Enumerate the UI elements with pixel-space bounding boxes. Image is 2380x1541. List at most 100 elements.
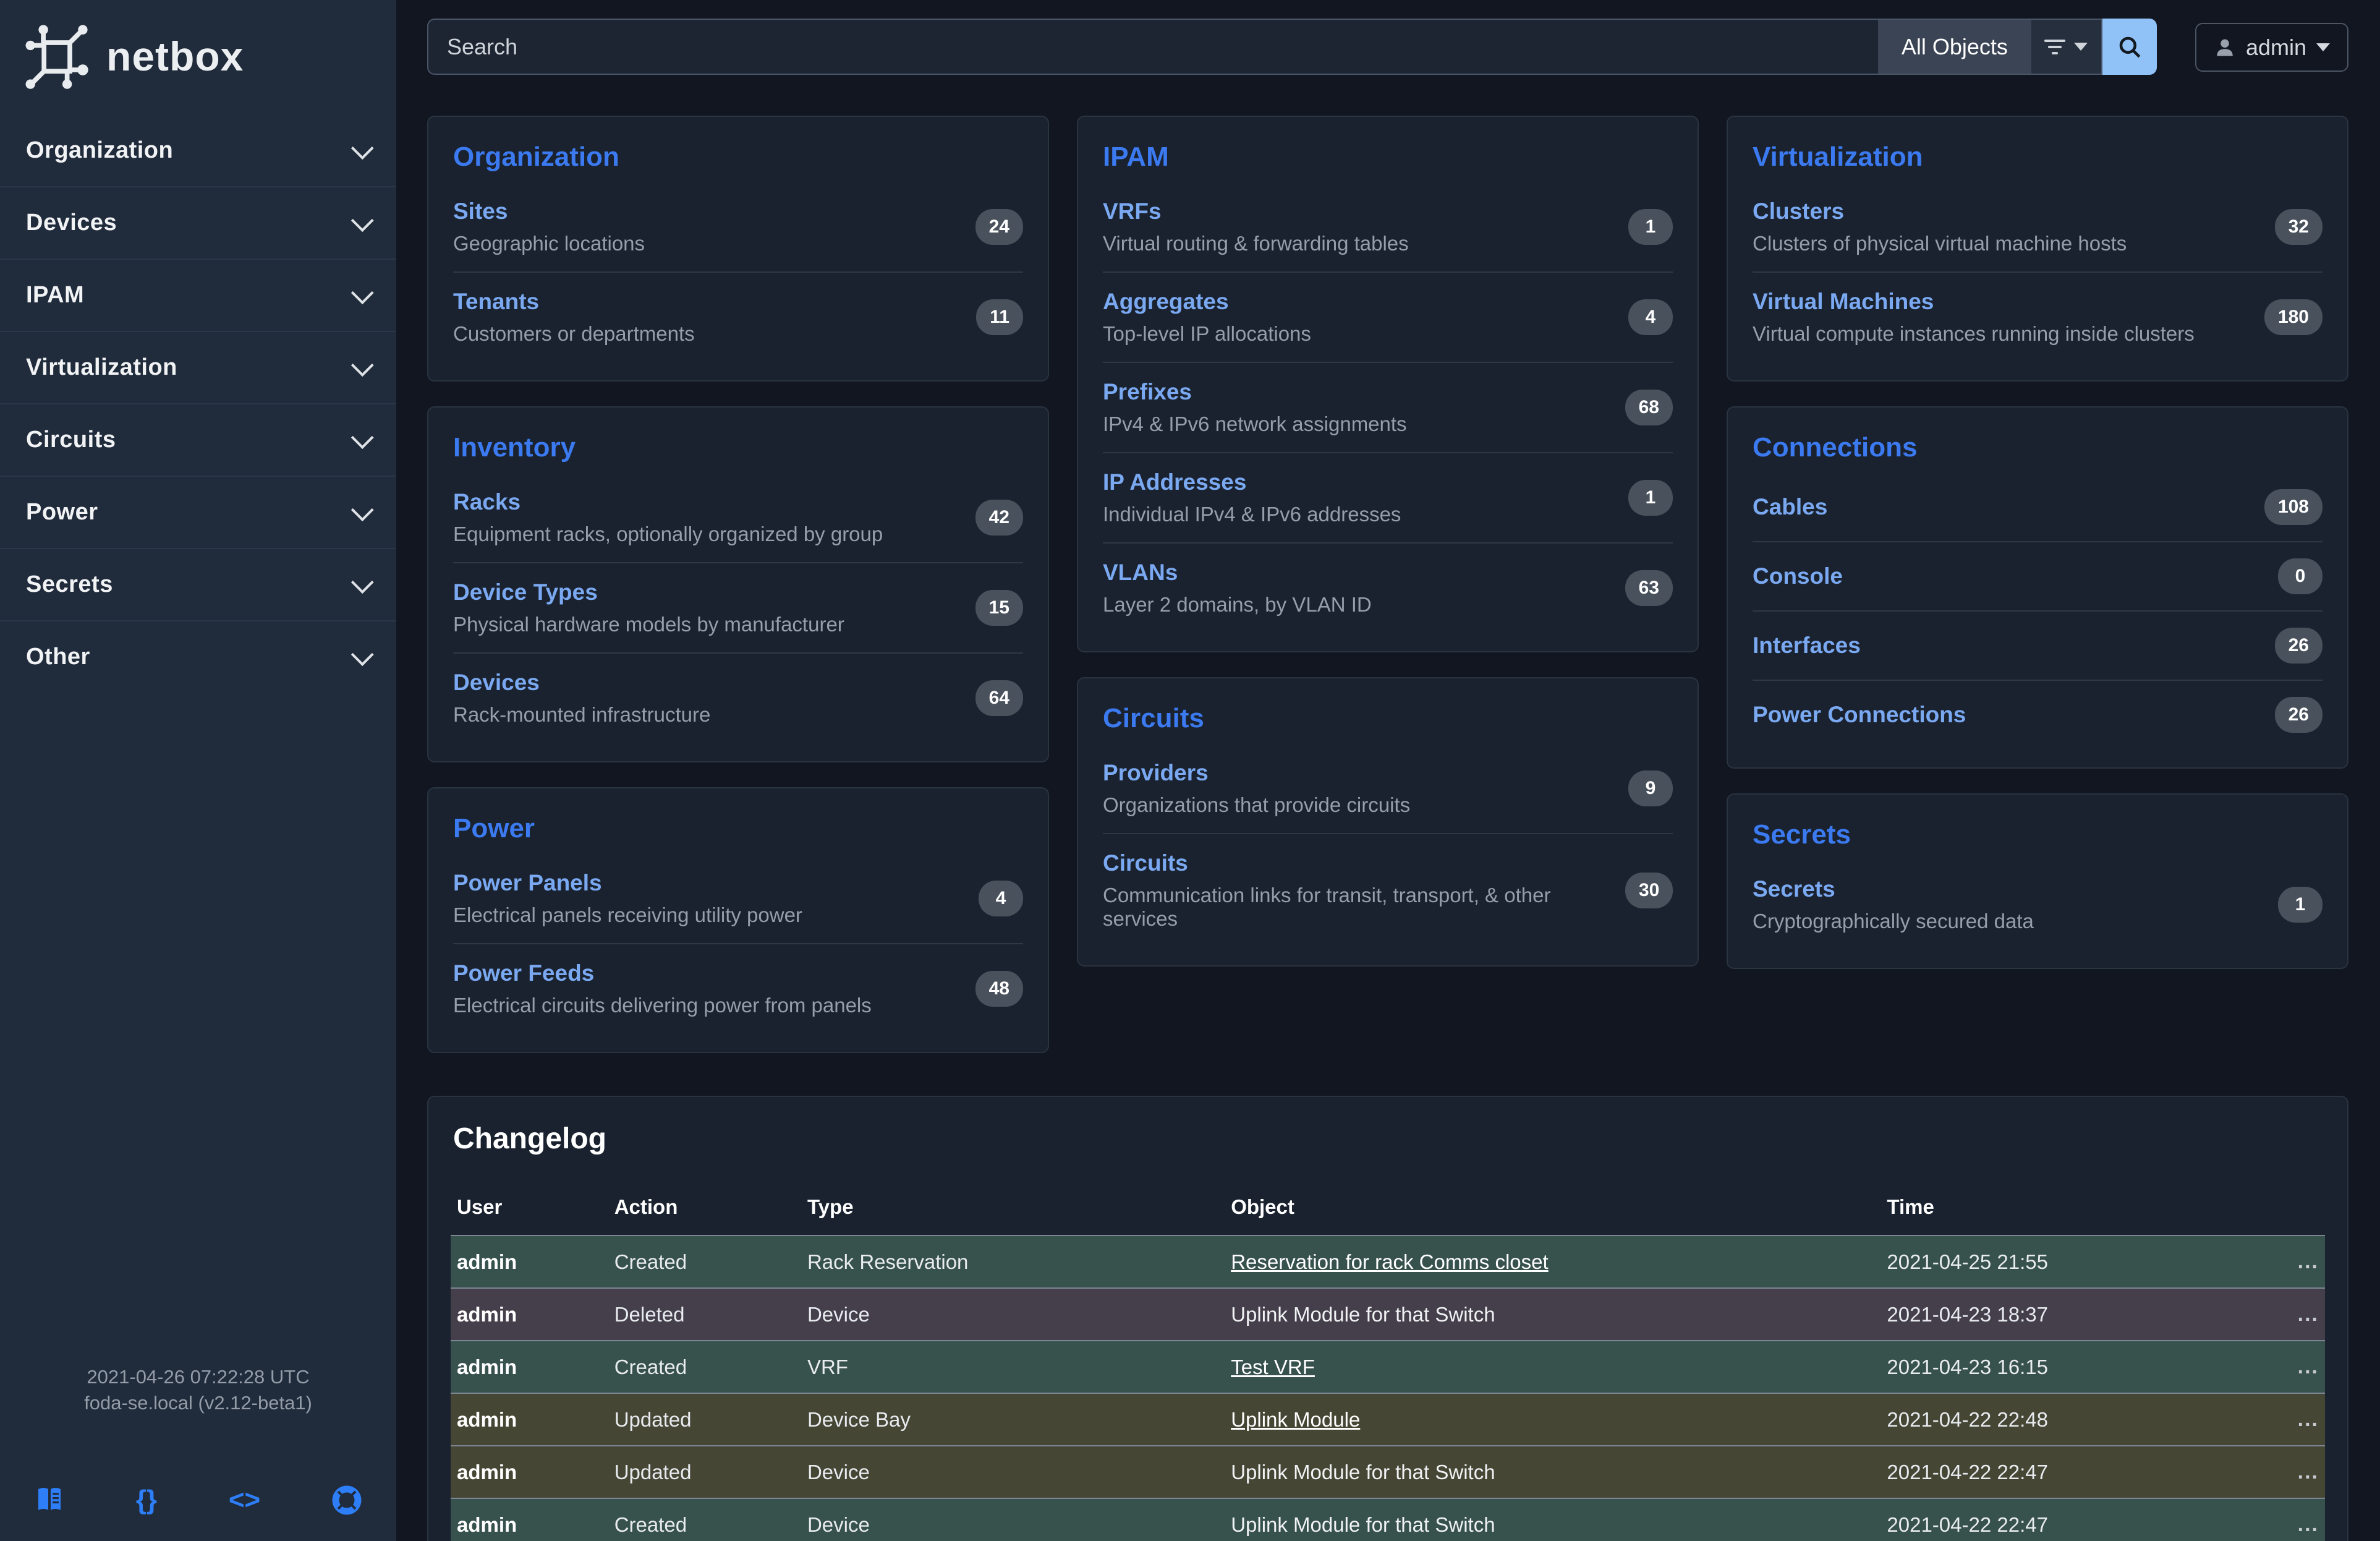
object-link[interactable]: Uplink Module: [1231, 1408, 1360, 1431]
count-badge[interactable]: 64: [975, 680, 1023, 716]
braces-icon[interactable]: {}: [136, 1484, 157, 1516]
sidebar-item-devices[interactable]: Devices: [0, 186, 396, 258]
link-power-panels[interactable]: Power Panels: [453, 870, 602, 896]
user-menu-button[interactable]: admin: [2195, 23, 2348, 72]
link-console[interactable]: Console: [1753, 563, 1843, 589]
count-badge[interactable]: 15: [975, 590, 1023, 626]
link-aggregates[interactable]: Aggregates: [1103, 289, 1229, 315]
card-title: Connections: [1753, 429, 2323, 473]
netbox-logo[interactable]: netbox: [0, 0, 396, 109]
count-badge[interactable]: 48: [975, 971, 1023, 1007]
list-item: Cables 108: [1753, 473, 2323, 541]
count-badge[interactable]: 26: [2275, 697, 2323, 733]
count-badge[interactable]: 63: [1625, 570, 1673, 606]
list-item: VRFs Virtual routing & forwarding tables…: [1103, 182, 1673, 271]
link-devices[interactable]: Devices: [453, 670, 540, 696]
count-badge[interactable]: 180: [2264, 299, 2323, 335]
count-badge[interactable]: 9: [1628, 770, 1673, 806]
object-link[interactable]: Test VRF: [1231, 1355, 1315, 1378]
count-badge[interactable]: 26: [2275, 628, 2323, 664]
footer-hostname: foda-se.local (v2.12-beta1): [19, 1390, 378, 1416]
count-badge[interactable]: 4: [1628, 299, 1673, 335]
main-content: All Objects admin Organization Sites Geo…: [396, 0, 2380, 1541]
sidebar-nav: Organization Devices IPAM Virtualization…: [0, 115, 396, 693]
search-input[interactable]: [427, 19, 1878, 75]
list-item: Sites Geographic locations 24: [453, 182, 1023, 271]
list-item: Power Feeds Electrical circuits deliveri…: [453, 943, 1023, 1033]
count-badge[interactable]: 42: [975, 500, 1023, 536]
count-badge[interactable]: 108: [2264, 489, 2323, 525]
count-badge[interactable]: 30: [1625, 873, 1673, 908]
sidebar-item-other[interactable]: Other: [0, 620, 396, 693]
row-menu-button[interactable]: ...: [2298, 1355, 2319, 1378]
row-menu-button[interactable]: ...: [2298, 1250, 2319, 1273]
link-clusters[interactable]: Clusters: [1753, 198, 1844, 224]
link-power-connections[interactable]: Power Connections: [1753, 702, 1966, 728]
link-vrfs[interactable]: VRFs: [1103, 198, 1162, 224]
link-sites[interactable]: Sites: [453, 198, 508, 224]
count-badge[interactable]: 1: [1628, 480, 1673, 516]
card-inventory: Inventory Racks Equipment racks, optiona…: [427, 406, 1049, 762]
count-badge[interactable]: 1: [2278, 887, 2323, 923]
count-badge[interactable]: 32: [2275, 209, 2323, 245]
count-badge[interactable]: 1: [1628, 209, 1673, 245]
caret-down-icon: [2316, 43, 2330, 51]
link-prefixes[interactable]: Prefixes: [1103, 379, 1192, 405]
column-header-user: User: [451, 1184, 608, 1236]
link-vlans[interactable]: VLANs: [1103, 560, 1178, 586]
search-scope-dropdown-button[interactable]: [2031, 19, 2102, 75]
changelog-title: Changelog: [451, 1122, 2325, 1184]
footer-timestamp: 2021-04-26 07:22:28 UTC: [19, 1364, 378, 1390]
netbox-logo-icon: [22, 22, 90, 90]
search-button[interactable]: [2102, 19, 2157, 75]
caret-down-icon: [2074, 43, 2088, 51]
topbar: All Objects admin: [427, 19, 2348, 75]
object-label: Uplink Module for that Switch: [1231, 1303, 1495, 1326]
link-power-feeds[interactable]: Power Feeds: [453, 960, 594, 986]
list-item: Clusters Clusters of physical virtual ma…: [1753, 182, 2323, 271]
link-racks[interactable]: Racks: [453, 489, 521, 515]
list-item: Interfaces 26: [1753, 610, 2323, 680]
link-tenants[interactable]: Tenants: [453, 289, 539, 315]
card-title: Power: [453, 809, 1023, 854]
link-circuits[interactable]: Circuits: [1103, 850, 1188, 876]
count-badge[interactable]: 68: [1625, 390, 1673, 425]
dashboard-grid: Organization Sites Geographic locations …: [427, 116, 2348, 1053]
book-icon[interactable]: [35, 1484, 64, 1516]
list-item: Tenants Customers or departments 11: [453, 271, 1023, 362]
lifering-icon[interactable]: [332, 1484, 362, 1516]
list-item: Power Connections 26: [1753, 680, 2323, 749]
object-link[interactable]: Reservation for rack Comms closet: [1231, 1250, 1548, 1273]
link-secrets[interactable]: Secrets: [1753, 876, 1835, 902]
chevron-down-icon: [351, 281, 374, 304]
sidebar-item-virtualization[interactable]: Virtualization: [0, 331, 396, 403]
list-item: Devices Rack-mounted infrastructure 64: [453, 652, 1023, 743]
count-badge[interactable]: 0: [2278, 558, 2323, 594]
link-providers[interactable]: Providers: [1103, 760, 1209, 786]
sidebar-item-secrets[interactable]: Secrets: [0, 548, 396, 620]
link-ip-addresses[interactable]: IP Addresses: [1103, 469, 1246, 495]
row-menu-button[interactable]: ...: [2298, 1302, 2319, 1326]
sidebar-item-organization[interactable]: Organization: [0, 115, 396, 186]
list-item: Secrets Cryptographically secured data 1: [1753, 860, 2323, 949]
link-virtual-machines[interactable]: Virtual Machines: [1753, 289, 1934, 315]
code-icon[interactable]: <>: [229, 1484, 260, 1516]
card-power: Power Power Panels Electrical panels rec…: [427, 787, 1049, 1053]
table-row: admin Created VRF Test VRF 2021-04-23 16…: [451, 1341, 2325, 1393]
card-title: Secrets: [1753, 816, 2323, 860]
row-menu-button[interactable]: ...: [2298, 1407, 2319, 1431]
sidebar-item-ipam[interactable]: IPAM: [0, 258, 396, 331]
count-badge[interactable]: 4: [979, 881, 1023, 916]
sidebar-item-circuits[interactable]: Circuits: [0, 403, 396, 476]
link-device-types[interactable]: Device Types: [453, 579, 598, 605]
sidebar-footer: 2021-04-26 07:22:28 UTC foda-se.local (v…: [0, 1364, 396, 1541]
count-badge[interactable]: 24: [975, 209, 1023, 245]
row-menu-button[interactable]: ...: [2298, 1513, 2319, 1536]
row-menu-button[interactable]: ...: [2298, 1460, 2319, 1483]
link-interfaces[interactable]: Interfaces: [1753, 633, 1861, 659]
link-cables[interactable]: Cables: [1753, 494, 1827, 520]
count-badge[interactable]: 11: [976, 299, 1023, 335]
list-item: Aggregates Top-level IP allocations 4: [1103, 271, 1673, 362]
list-item: Device Types Physical hardware models by…: [453, 562, 1023, 652]
sidebar-item-power[interactable]: Power: [0, 476, 396, 548]
